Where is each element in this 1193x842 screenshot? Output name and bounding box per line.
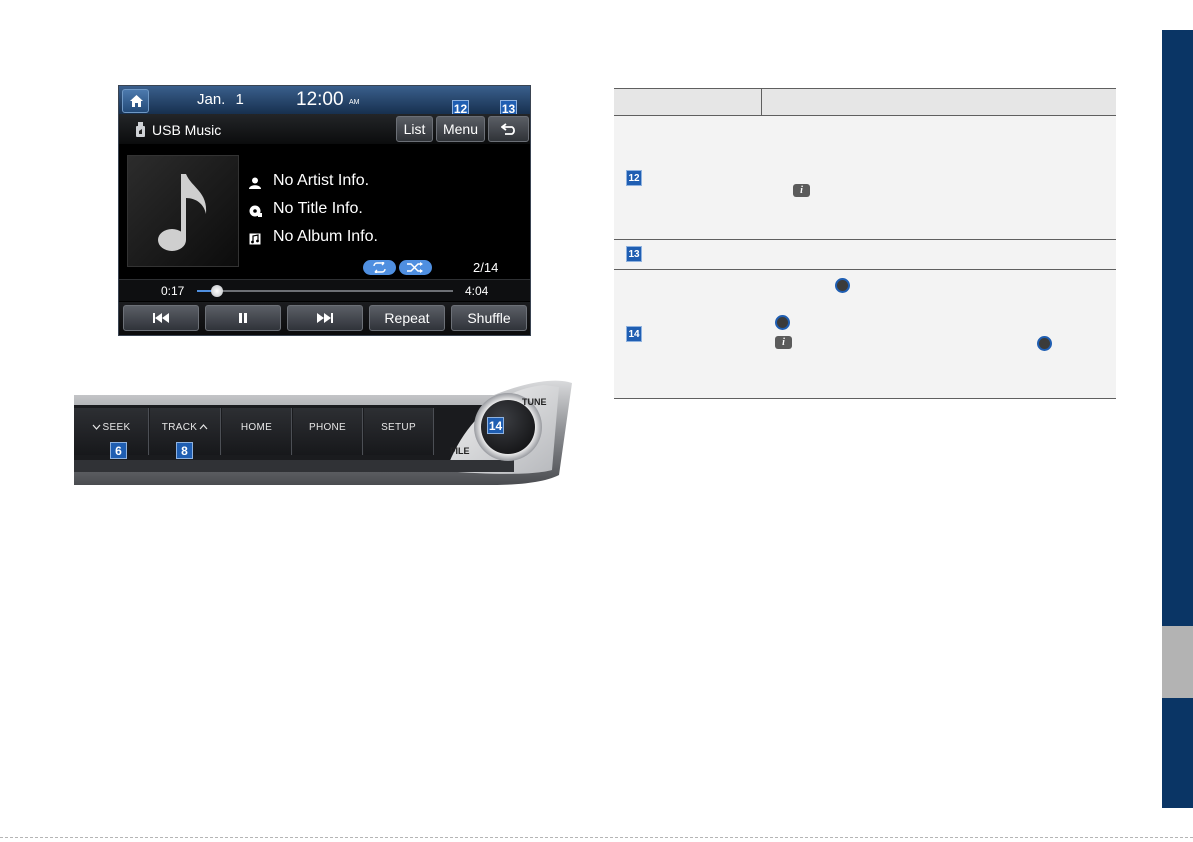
pause-button[interactable]	[205, 305, 281, 331]
head-unit-screen: Jan. 1 12:00 AM 12 13 USB Music List Men…	[118, 85, 531, 336]
home-hard-button[interactable]: HOME	[222, 408, 292, 455]
elapsed-time: 0:17	[161, 284, 185, 298]
menu-button[interactable]: Menu	[436, 116, 485, 142]
table-header	[614, 88, 1116, 116]
chevron-down-icon	[92, 424, 100, 430]
progress-area: 0:17 4:04	[119, 279, 530, 301]
page-trim-line	[0, 837, 1193, 838]
album-icon	[249, 233, 261, 245]
previous-track-button[interactable]	[123, 305, 199, 331]
setup-hard-button[interactable]: SETUP	[364, 408, 434, 455]
info-icon: i	[775, 336, 792, 349]
disc-icon	[249, 205, 262, 217]
callout-seek: 6	[110, 442, 127, 459]
album-art	[127, 155, 239, 267]
list-button[interactable]: List	[396, 116, 433, 142]
shuffle-indicator	[399, 260, 432, 275]
shuffle-button[interactable]: Shuffle	[451, 305, 527, 331]
artist-text: No Artist Info.	[273, 172, 370, 189]
table-row: 12 i	[614, 116, 1116, 240]
date-display: Jan. 1	[197, 91, 244, 108]
callout-knob: 14	[487, 417, 504, 434]
seek-bar[interactable]	[197, 285, 453, 297]
next-track-button[interactable]	[287, 305, 363, 331]
track-count: 2/14	[473, 260, 499, 275]
track-label-text: TRACK	[161, 422, 198, 433]
row-callout-13: 13	[626, 246, 642, 262]
phone-label: PHONE	[308, 422, 347, 433]
next-icon	[317, 313, 333, 323]
head-unit-panel: SEEK TRACK HOME PHONE SETUP 6 8 14 TUNE …	[74, 375, 572, 490]
seek-bar-handle[interactable]	[211, 285, 224, 297]
usb-icon	[136, 122, 145, 137]
source-label: USB Music	[152, 122, 222, 138]
table-row: 14 i	[614, 270, 1116, 399]
seek-label: SEEK	[74, 422, 148, 433]
back-button[interactable]	[488, 116, 529, 142]
seek-label-text: SEEK	[102, 422, 131, 433]
repeat-indicator	[363, 260, 396, 275]
chapter-tab	[1162, 698, 1193, 808]
chevron-up-icon	[199, 424, 208, 430]
file-label: FILE	[450, 446, 470, 456]
home-button[interactable]	[122, 89, 149, 113]
total-time: 4:04	[465, 284, 489, 298]
track-label: TRACK	[150, 422, 220, 433]
knob-symbol-icon	[775, 315, 790, 330]
ampm-indicator: AM	[349, 99, 360, 106]
music-note-icon	[158, 174, 207, 251]
home-label: HOME	[240, 422, 273, 433]
info-icon: i	[793, 184, 810, 197]
chapter-tab	[1162, 30, 1193, 626]
pause-icon	[239, 313, 247, 323]
row-callout-14: 14	[626, 326, 642, 342]
clock-display: 12:00	[296, 89, 344, 110]
title-text: No Title Info.	[273, 200, 363, 217]
chapter-tab-active	[1162, 626, 1193, 698]
knob-symbol-icon	[835, 278, 850, 293]
phone-hard-button[interactable]: PHONE	[293, 408, 363, 455]
artist-icon	[249, 177, 261, 189]
table-row: 13	[614, 240, 1116, 270]
playback-controls: Repeat Shuffle	[119, 302, 530, 335]
album-text: No Album Info.	[273, 228, 378, 245]
previous-icon	[153, 313, 169, 323]
shuffle-icon	[407, 262, 423, 273]
callout-track: 8	[176, 442, 193, 459]
home-icon	[130, 95, 143, 107]
knob-symbol-icon	[1037, 336, 1052, 351]
row-callout-12: 12	[626, 170, 642, 186]
setup-label: SETUP	[381, 422, 416, 433]
repeat-icon	[373, 262, 386, 273]
tune-label: TUNE	[522, 397, 547, 407]
repeat-button[interactable]: Repeat	[369, 305, 445, 331]
back-arrow-icon	[501, 123, 515, 135]
